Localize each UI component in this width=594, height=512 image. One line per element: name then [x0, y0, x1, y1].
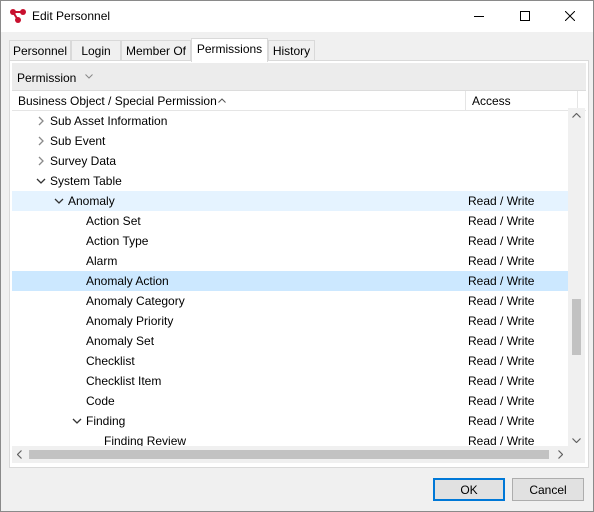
chevron-down-icon[interactable]: [72, 416, 82, 426]
tree-row[interactable]: Finding Read / Write: [12, 411, 568, 431]
row-name: Sub Asset Information: [50, 114, 168, 128]
tree-row[interactable]: Anomaly Priority Read / Write: [12, 311, 568, 331]
close-button[interactable]: [547, 1, 593, 32]
scroll-down-icon[interactable]: [572, 438, 581, 443]
row-name: Sub Event: [50, 134, 106, 148]
app-logo-icon: [10, 9, 26, 23]
row-name: Anomaly Action: [86, 274, 169, 288]
tree-row[interactable]: System Table: [12, 171, 568, 191]
row-access[interactable]: Read / Write: [468, 354, 534, 368]
tab-strip: Personnel Login Member Of Permissions Hi…: [9, 38, 589, 62]
tree-row[interactable]: Anomaly Set Read / Write: [12, 331, 568, 351]
tree-row[interactable]: Anomaly Action Read / Write: [12, 271, 568, 291]
edit-personnel-dialog: Edit Personnel Personnel Login Member Of…: [0, 0, 594, 512]
row-name: Survey Data: [50, 154, 117, 168]
row-name: Alarm: [86, 254, 118, 268]
tab-login[interactable]: Login: [71, 40, 121, 61]
horizontal-scrollbar[interactable]: [12, 446, 568, 463]
scroll-right-icon[interactable]: [558, 450, 563, 459]
title-bar: Edit Personnel: [1, 1, 593, 32]
row-name: System Table: [50, 174, 122, 188]
chevron-down-icon[interactable]: [54, 196, 64, 206]
vertical-scrollbar[interactable]: [568, 108, 585, 448]
tab-permissions[interactable]: Permissions: [191, 38, 268, 62]
tree-row[interactable]: Anomaly Read / Write: [12, 191, 568, 211]
row-access[interactable]: Read / Write: [468, 374, 534, 388]
ok-button[interactable]: OK: [433, 478, 505, 501]
row-name: Finding: [86, 414, 126, 428]
scroll-left-icon[interactable]: [17, 450, 22, 459]
row-access[interactable]: Read / Write: [468, 254, 534, 268]
row-name: Anomaly Category: [86, 294, 185, 308]
row-access[interactable]: Read / Write: [468, 234, 534, 248]
maximize-icon: [520, 11, 530, 21]
window-title: Edit Personnel: [32, 9, 111, 23]
group-by-label: Permission: [17, 71, 77, 85]
permission-tree: Sub Asset Information Sub Event Survey Dat…: [12, 108, 568, 448]
chevron-down-icon[interactable]: [85, 74, 93, 79]
tab-history[interactable]: History: [268, 40, 315, 61]
chevron-down-icon[interactable]: [36, 176, 46, 186]
close-icon: [565, 11, 575, 21]
scrollbar-corner: [568, 446, 585, 463]
tree-row[interactable]: Survey Data: [12, 151, 568, 171]
row-access[interactable]: Read / Write: [468, 214, 534, 228]
tree-row[interactable]: Code Read / Write: [12, 391, 568, 411]
tree-row[interactable]: Anomaly Category Read / Write: [12, 291, 568, 311]
tab-member-of[interactable]: Member Of: [121, 40, 191, 61]
vertical-scroll-thumb[interactable]: [572, 299, 581, 355]
sort-ascending-icon: [218, 98, 226, 103]
row-access[interactable]: Read / Write: [468, 414, 534, 428]
row-access[interactable]: Read / Write: [468, 394, 534, 408]
group-by-bar[interactable]: Permission: [12, 63, 586, 91]
row-access[interactable]: Read / Write: [468, 294, 534, 308]
row-access[interactable]: Read / Write: [468, 314, 534, 328]
row-name: Anomaly Set: [86, 334, 155, 348]
tab-personnel[interactable]: Personnel: [9, 40, 71, 61]
scroll-up-icon[interactable]: [572, 113, 581, 118]
row-access[interactable]: Read / Write: [468, 274, 534, 288]
minimize-icon: [474, 16, 484, 17]
chevron-right-icon[interactable]: [36, 156, 46, 166]
tree-row[interactable]: Action Type Read / Write: [12, 231, 568, 251]
row-access[interactable]: Read / Write: [468, 334, 534, 348]
maximize-button[interactable]: [502, 1, 548, 32]
column-header-access[interactable]: Access: [472, 94, 511, 108]
cancel-button[interactable]: Cancel: [512, 478, 584, 501]
column-header-object[interactable]: Business Object / Special Permission: [18, 94, 217, 108]
row-name: Anomaly: [68, 194, 115, 208]
tree-row[interactable]: Sub Event: [12, 131, 568, 151]
tree-row[interactable]: Checklist Item Read / Write: [12, 371, 568, 391]
row-name: Anomaly Priority: [86, 314, 174, 328]
tree-row[interactable]: Checklist Read / Write: [12, 351, 568, 371]
row-name: Action Type: [86, 234, 149, 248]
row-name: Checklist: [86, 354, 135, 368]
row-name: Code: [86, 394, 115, 408]
row-access[interactable]: Read / Write: [468, 194, 534, 208]
row-name: Checklist Item: [86, 374, 162, 388]
tree-row[interactable]: Alarm Read / Write: [12, 251, 568, 271]
tree-row[interactable]: Action Set Read / Write: [12, 211, 568, 231]
chevron-right-icon[interactable]: [36, 136, 46, 146]
tree-row[interactable]: Sub Asset Information: [12, 111, 568, 131]
row-name: Action Set: [86, 214, 141, 228]
minimize-button[interactable]: [456, 1, 502, 32]
chevron-right-icon[interactable]: [36, 116, 46, 126]
horizontal-scroll-thumb[interactable]: [29, 450, 549, 459]
permissions-panel: Permission Business Object / Special Per…: [9, 60, 589, 468]
